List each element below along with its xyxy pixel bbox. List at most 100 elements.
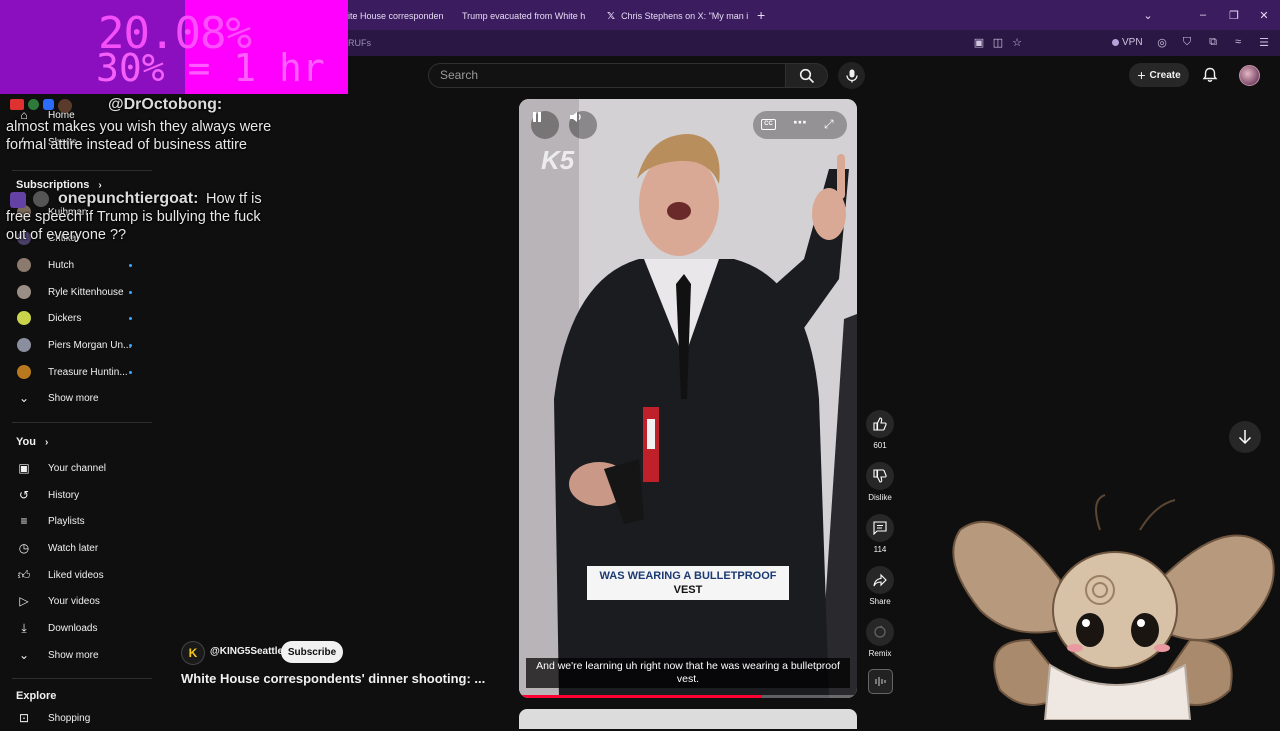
tab-list-chevron-icon[interactable]: ⌄	[1138, 6, 1158, 24]
vpn-button[interactable]: VPN	[1112, 37, 1143, 48]
browser-tab[interactable]: 𝕏 Chris Stephens on X: "My man i ✕	[607, 5, 757, 27]
wave-icon[interactable]: ≈	[1230, 34, 1246, 50]
youtube-badge-icon	[10, 99, 24, 110]
close-window-icon[interactable]: ✕	[1254, 6, 1274, 24]
video-progress-bar[interactable]	[519, 695, 857, 698]
voice-search-button[interactable]	[838, 62, 865, 89]
dislike-label: Dislike	[868, 493, 892, 502]
new-content-dot	[129, 264, 132, 267]
sidebar-channel[interactable]: Ryle Kittenhouse	[0, 279, 150, 305]
sidebar-item-shopping[interactable]: ⊡ Shopping	[0, 705, 150, 731]
sidebar-channel[interactable]: Piers Morgan Un...	[0, 332, 150, 358]
search-button[interactable]	[786, 63, 828, 88]
chat-user-avatar	[58, 99, 72, 113]
playlists-icon: ≡	[20, 514, 28, 528]
restore-icon[interactable]: ❐	[1224, 6, 1244, 24]
you-label: You	[16, 436, 36, 448]
timer-rate: 30% = 1 hr	[96, 46, 325, 90]
search-input[interactable]: Search	[428, 63, 786, 88]
shorts-video-player[interactable]: K5 CC ⋯ ⤢ WAS WEARING A BULLETPROOF VEST…	[519, 99, 857, 698]
sidebar-divider	[12, 170, 152, 171]
account-icon[interactable]: ◎	[1154, 34, 1170, 50]
video-title[interactable]: White House correspondents' dinner shoot…	[181, 671, 485, 686]
sidebar-divider	[12, 422, 152, 423]
channel-name: Hutch	[48, 259, 75, 271]
pause-button[interactable]	[531, 111, 559, 139]
channel-handle[interactable]: @KING5Seattle	[210, 646, 283, 657]
notifications-bell-icon[interactable]	[1201, 66, 1219, 84]
next-video-button[interactable]	[1229, 421, 1261, 453]
create-button[interactable]: + Create	[1129, 63, 1189, 87]
sidebar-channel[interactable]: Treasure Huntin...	[0, 359, 150, 385]
screenshot-icon[interactable]: ▣	[971, 34, 987, 50]
vpn-icon	[1112, 39, 1119, 46]
sidebar-channel[interactable]: Hutch	[0, 252, 150, 278]
channel-watermark: K5	[541, 145, 575, 175]
more-options-icon[interactable]: ⋯	[793, 114, 807, 131]
you-heading[interactable]: You ›	[16, 436, 48, 448]
sidebar-item-your-videos[interactable]: ▷ Your videos	[0, 588, 150, 614]
new-content-dot	[129, 317, 132, 320]
sidebar-item-label: Playlists	[48, 515, 85, 527]
share-button[interactable]: Share	[866, 566, 894, 606]
fullscreen-icon[interactable]: ⤢	[824, 117, 834, 132]
captions-button[interactable]: CC	[761, 119, 776, 130]
browser-tab[interactable]: Trump evacuated from White h ✕	[456, 5, 594, 27]
arrow-down-icon	[1238, 430, 1252, 445]
comments-button[interactable]: 114	[866, 514, 894, 554]
explore-heading: Explore	[16, 690, 57, 702]
video-frame-image	[519, 99, 857, 698]
sidebar-item-label: History	[48, 489, 80, 501]
bookmark-star-icon[interactable]: ☆	[1009, 34, 1025, 50]
extension-icon[interactable]: ◫	[990, 34, 1006, 50]
audio-waveform-icon	[875, 677, 886, 686]
channel-logo[interactable]: K	[181, 641, 205, 665]
channel-name: Piers Morgan Un...	[48, 339, 132, 351]
channel-name: Ryle Kittenhouse	[48, 286, 124, 298]
menu-icon[interactable]: ☰	[1256, 34, 1272, 50]
sidebar-divider	[12, 678, 152, 679]
new-tab-button[interactable]: +	[757, 7, 765, 23]
channel-name: Dickers	[48, 312, 82, 324]
sidebar-item-downloads[interactable]: ⤓ Downloads	[0, 615, 150, 641]
extensions-puzzle-icon[interactable]: ⧉	[1205, 34, 1221, 50]
microphone-icon	[845, 69, 858, 82]
remix-label: Remix	[868, 649, 892, 658]
sidebar-item-label: Downloads	[48, 622, 98, 634]
sidebar-item-liked-videos[interactable]: 👍︎ Liked videos	[0, 562, 150, 588]
sidebar-channel[interactable]: Dickers	[0, 305, 150, 331]
subscribe-button[interactable]: Subscribe	[281, 641, 343, 663]
sidebar-item-label: Liked videos	[48, 569, 104, 581]
dislike-button[interactable]: Dislike	[866, 462, 894, 502]
sidebar-item-history[interactable]: ↺ History	[0, 482, 150, 508]
burned-in-caption: WAS WEARING A BULLETPROOF VEST	[587, 566, 789, 600]
minimize-icon[interactable]: –	[1193, 6, 1213, 24]
mute-button[interactable]	[569, 111, 597, 139]
sidebar-item-watch-later[interactable]: ◷ Watch later	[0, 535, 150, 561]
user-avatar[interactable]	[1239, 65, 1260, 86]
sound-button[interactable]	[868, 669, 893, 694]
thumbs-up-icon	[866, 410, 894, 438]
shield-icon[interactable]: ⛉	[1179, 34, 1195, 50]
url-text[interactable]: RUFs	[348, 38, 371, 48]
d-badge-icon	[28, 99, 39, 110]
show-more-you[interactable]: ⌄ Show more	[0, 642, 150, 668]
chat-message: almost makes you wish they always were f…	[6, 119, 272, 153]
show-more-subscriptions[interactable]: ⌄ Show more	[0, 385, 150, 411]
channel-avatar	[17, 258, 31, 272]
progress-fill	[519, 695, 763, 698]
channel-avatar	[17, 338, 31, 352]
sidebar-item-your-channel[interactable]: ▣ Your channel	[0, 455, 150, 481]
show-more-label: Show more	[48, 649, 99, 661]
chevron-down-icon: ⌄	[18, 391, 30, 405]
like-button[interactable]: 601	[866, 410, 894, 450]
tab-label: Trump evacuated from White h	[462, 11, 586, 21]
comment-icon	[866, 514, 894, 542]
sidebar-item-playlists[interactable]: ≡ Playlists	[0, 508, 150, 534]
caption-line: WAS WEARING A BULLETPROOF	[599, 570, 777, 582]
next-short-preview[interactable]	[519, 709, 857, 729]
plus-icon: +	[1137, 67, 1146, 83]
remix-button[interactable]: Remix	[866, 618, 894, 658]
share-arrow-icon	[866, 566, 894, 594]
browser-tab-active[interactable]: ite House corresponden ✕	[348, 5, 448, 27]
